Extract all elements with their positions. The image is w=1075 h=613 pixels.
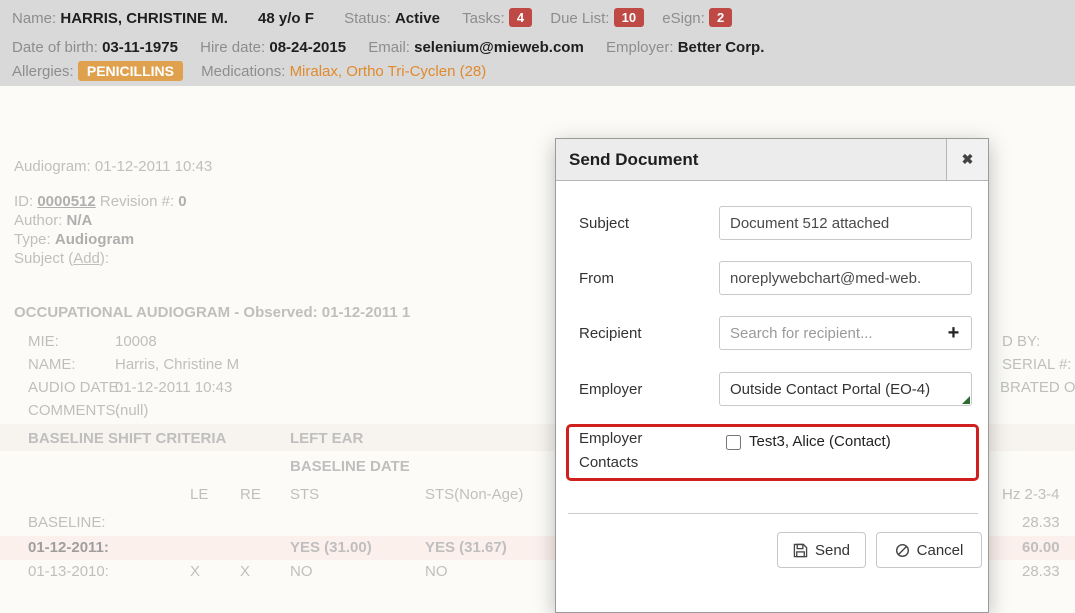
status-value: Active (395, 10, 440, 27)
email-label: Email: (368, 39, 410, 56)
contact-option-label: Test3, Alice (Contact) (749, 433, 891, 450)
subject-input[interactable] (719, 206, 972, 240)
add-recipient-button[interactable]: + (936, 316, 972, 350)
recipient-field-label: Recipient (579, 325, 642, 342)
allergies-label: Allergies: (12, 63, 74, 80)
send-button[interactable]: Send (777, 532, 866, 568)
employer-contacts-label-line1: Employer (579, 430, 642, 447)
hire-date-value: 08-24-2015 (269, 39, 346, 56)
close-icon: ✖ (962, 151, 974, 168)
name-label: Name: (12, 10, 56, 27)
send-document-dialog: Send Document ✖ Subject From Recipient +… (555, 138, 989, 613)
tasks-count-badge[interactable]: 4 (509, 8, 532, 27)
patient-name: HARRIS, CHRISTINE M. (60, 10, 228, 27)
allergy-badge[interactable]: PENICILLINS (78, 61, 183, 81)
hire-date-label: Hire date: (200, 39, 265, 56)
due-list-label: Due List: (550, 10, 609, 27)
patient-header: Name: HARRIS, CHRISTINE M. 48 y/o F Stat… (0, 0, 1075, 86)
plus-icon: + (948, 322, 960, 345)
patient-header-row-1: Name: HARRIS, CHRISTINE M. 48 y/o F Stat… (12, 8, 732, 28)
patient-age-sex: 48 y/o F (258, 10, 314, 27)
medications-value[interactable]: Miralax, Ortho Tri-Cyclen (28) (290, 63, 487, 80)
footer-divider (568, 513, 978, 514)
dob-value: 03-11-1975 (102, 39, 178, 56)
patient-header-row-3: Allergies: PENICILLINS Medications: Mira… (12, 61, 486, 81)
screen: Name: HARRIS, CHRISTINE M. 48 y/o F Stat… (0, 0, 1075, 613)
dialog-title: Send Document (556, 139, 946, 180)
employer-field-label: Employer (579, 381, 642, 398)
due-list-count-badge[interactable]: 10 (614, 8, 644, 27)
employer-selected-value: Outside Contact Portal (EO-4) (730, 381, 930, 398)
dob-label: Date of birth: (12, 39, 98, 56)
employer-label: Employer: (606, 39, 674, 56)
patient-header-row-2: Date of birth: 03-11-1975 Hire date: 08-… (12, 39, 764, 57)
subject-field-label: Subject (579, 215, 629, 232)
tasks-label: Tasks: (462, 10, 505, 27)
status-label: Status: (344, 10, 391, 27)
contact-checkbox[interactable] (726, 435, 741, 450)
esign-label: eSign: (662, 10, 705, 27)
from-input[interactable] (719, 261, 972, 295)
save-icon (793, 543, 808, 558)
esign-count-badge[interactable]: 2 (709, 8, 732, 27)
cancel-button[interactable]: Cancel (876, 532, 982, 568)
employer-contacts-label-line2: Contacts (579, 454, 638, 471)
from-field-label: From (579, 270, 614, 287)
close-button[interactable]: ✖ (946, 139, 988, 180)
recipient-search-input[interactable] (719, 316, 937, 350)
select-corner-icon (962, 396, 970, 404)
send-button-label: Send (815, 542, 850, 559)
cancel-icon (895, 543, 910, 558)
employer-select[interactable]: Outside Contact Portal (EO-4) (719, 372, 972, 406)
email-value: selenium@mieweb.com (414, 39, 584, 56)
cancel-button-label: Cancel (917, 542, 964, 559)
medications-label: Medications: (201, 63, 285, 80)
employer-value: Better Corp. (678, 39, 765, 56)
dialog-titlebar: Send Document ✖ (556, 139, 988, 181)
